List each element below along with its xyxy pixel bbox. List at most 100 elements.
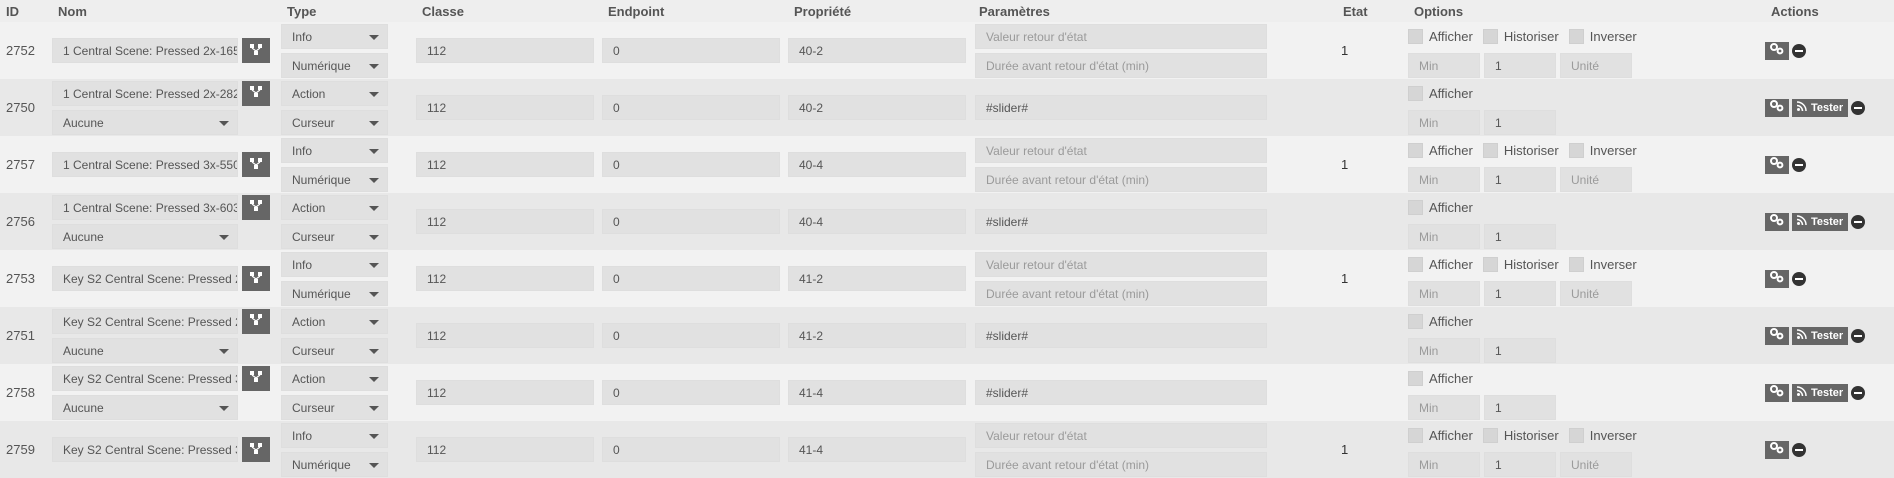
classe-input[interactable]: 112: [416, 152, 594, 177]
max-input[interactable]: 1: [1484, 280, 1556, 306]
type-select[interactable]: Info: [281, 422, 388, 448]
advanced-config-button[interactable]: [1765, 326, 1789, 345]
unit-input[interactable]: Unité: [1560, 52, 1632, 78]
type-select[interactable]: Action: [281, 194, 388, 220]
value-select[interactable]: Aucune: [52, 337, 238, 363]
remove-icon[interactable]: [1851, 328, 1866, 343]
command-name-input[interactable]: 1 Central Scene: Pressed 3x-55002: [52, 152, 238, 177]
type-select[interactable]: Info: [281, 23, 388, 49]
max-input[interactable]: 1: [1484, 109, 1556, 135]
command-name-input[interactable]: 1 Central Scene: Pressed 2x-28231: [52, 80, 238, 106]
afficher-checkbox[interactable]: Afficher: [1408, 427, 1473, 443]
advanced-config-button[interactable]: [1765, 41, 1789, 60]
max-input[interactable]: 1: [1484, 166, 1556, 192]
configure-button[interactable]: [242, 266, 270, 291]
tester-button[interactable]: Tester: [1792, 98, 1849, 117]
endpoint-input[interactable]: 0: [602, 152, 780, 177]
subtype-select[interactable]: Numérique: [281, 166, 388, 192]
configure-button[interactable]: [242, 365, 270, 391]
historiser-checkbox[interactable]: Historiser: [1482, 256, 1559, 272]
propriete-input[interactable]: 41-4: [788, 437, 966, 462]
inverser-checkbox[interactable]: Inverser: [1568, 28, 1637, 44]
return-delay-input[interactable]: Durée avant retour d'état (min): [975, 166, 1267, 192]
historiser-checkbox[interactable]: Historiser: [1482, 427, 1559, 443]
remove-icon[interactable]: [1792, 271, 1806, 286]
subtype-select[interactable]: Numérique: [281, 451, 388, 477]
max-input[interactable]: 1: [1484, 451, 1556, 477]
endpoint-input[interactable]: 0: [602, 266, 780, 291]
tester-button[interactable]: Tester: [1792, 383, 1849, 402]
value-select[interactable]: Aucune: [52, 109, 238, 135]
command-name-input[interactable]: Key S2 Central Scene: Pressed 3x-1: [52, 365, 238, 391]
propriete-input[interactable]: 41-2: [788, 323, 966, 348]
command-name-input[interactable]: 1 Central Scene: Pressed 2x-16545: [52, 38, 238, 63]
propriete-input[interactable]: 41-2: [788, 266, 966, 291]
tester-button[interactable]: Tester: [1792, 212, 1849, 231]
type-select[interactable]: Action: [281, 308, 388, 334]
classe-input[interactable]: 112: [416, 209, 594, 234]
subtype-select[interactable]: Curseur: [281, 109, 388, 135]
remove-icon[interactable]: [1792, 442, 1806, 457]
unit-input[interactable]: Unité: [1560, 166, 1632, 192]
return-delay-input[interactable]: Durée avant retour d'état (min): [975, 451, 1267, 477]
classe-input[interactable]: 112: [416, 266, 594, 291]
configure-button[interactable]: [242, 38, 270, 63]
max-input[interactable]: 1: [1484, 52, 1556, 78]
afficher-checkbox[interactable]: Afficher: [1408, 199, 1473, 215]
subtype-select[interactable]: Numérique: [281, 280, 388, 306]
return-value-input[interactable]: Valeur retour d'état: [975, 422, 1267, 448]
parameter-input[interactable]: #slider#: [975, 380, 1267, 405]
unit-input[interactable]: Unité: [1560, 451, 1632, 477]
min-input[interactable]: Min: [1408, 166, 1480, 192]
propriete-input[interactable]: 41-4: [788, 380, 966, 405]
endpoint-input[interactable]: 0: [602, 437, 780, 462]
afficher-checkbox[interactable]: Afficher: [1408, 28, 1473, 44]
min-input[interactable]: Min: [1408, 451, 1480, 477]
configure-button[interactable]: [242, 194, 270, 220]
remove-icon[interactable]: [1851, 214, 1866, 229]
parameter-input[interactable]: #slider#: [975, 95, 1267, 120]
inverser-checkbox[interactable]: Inverser: [1568, 256, 1637, 272]
endpoint-input[interactable]: 0: [602, 38, 780, 63]
subtype-select[interactable]: Curseur: [281, 223, 388, 249]
min-input[interactable]: Min: [1408, 109, 1480, 135]
unit-input[interactable]: Unité: [1560, 280, 1632, 306]
subtype-select[interactable]: Curseur: [281, 394, 388, 420]
afficher-checkbox[interactable]: Afficher: [1408, 85, 1473, 101]
classe-input[interactable]: 112: [416, 38, 594, 63]
afficher-checkbox[interactable]: Afficher: [1408, 256, 1473, 272]
max-input[interactable]: 1: [1484, 337, 1556, 363]
advanced-config-button[interactable]: [1765, 440, 1789, 459]
endpoint-input[interactable]: 0: [602, 380, 780, 405]
subtype-select[interactable]: Curseur: [281, 337, 388, 363]
return-delay-input[interactable]: Durée avant retour d'état (min): [975, 280, 1267, 306]
return-delay-input[interactable]: Durée avant retour d'état (min): [975, 52, 1267, 78]
endpoint-input[interactable]: 0: [602, 95, 780, 120]
advanced-config-button[interactable]: [1765, 212, 1789, 231]
afficher-checkbox[interactable]: Afficher: [1408, 370, 1473, 386]
max-input[interactable]: 1: [1484, 223, 1556, 249]
classe-input[interactable]: 112: [416, 380, 594, 405]
advanced-config-button[interactable]: [1765, 269, 1789, 288]
command-name-input[interactable]: Key S2 Central Scene: Pressed 3x-5: [52, 437, 238, 462]
min-input[interactable]: Min: [1408, 52, 1480, 78]
max-input[interactable]: 1: [1484, 394, 1556, 420]
min-input[interactable]: Min: [1408, 394, 1480, 420]
value-select[interactable]: Aucune: [52, 394, 238, 420]
remove-icon[interactable]: [1792, 157, 1806, 172]
tester-button[interactable]: Tester: [1792, 326, 1849, 345]
historiser-checkbox[interactable]: Historiser: [1482, 142, 1559, 158]
afficher-checkbox[interactable]: Afficher: [1408, 313, 1473, 329]
type-select[interactable]: Action: [281, 365, 388, 391]
return-value-input[interactable]: Valeur retour d'état: [975, 251, 1267, 277]
propriete-input[interactable]: 40-4: [788, 152, 966, 177]
type-select[interactable]: Info: [281, 251, 388, 277]
classe-input[interactable]: 112: [416, 95, 594, 120]
endpoint-input[interactable]: 0: [602, 209, 780, 234]
configure-button[interactable]: [242, 308, 270, 334]
endpoint-input[interactable]: 0: [602, 323, 780, 348]
type-select[interactable]: Info: [281, 137, 388, 163]
propriete-input[interactable]: 40-2: [788, 38, 966, 63]
min-input[interactable]: Min: [1408, 280, 1480, 306]
afficher-checkbox[interactable]: Afficher: [1408, 142, 1473, 158]
